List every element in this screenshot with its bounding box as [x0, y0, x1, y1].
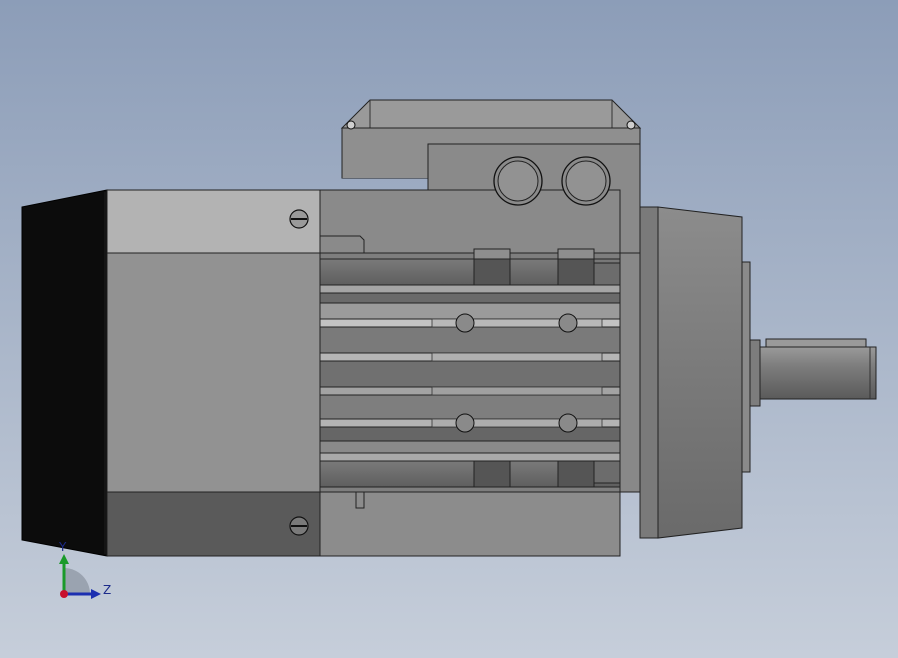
y-axis-label: Y — [58, 540, 67, 554]
end-shield — [619, 206, 761, 539]
cooling-fins — [319, 258, 621, 488]
motor-model[interactable]: Y Z — [0, 0, 898, 658]
fan-cover — [21, 189, 108, 557]
output-shaft — [759, 338, 877, 400]
frame-screw-bottom — [289, 516, 309, 536]
frame-screw-top — [289, 209, 309, 229]
3d-viewport[interactable]: Y Z — [0, 0, 898, 658]
z-axis-label: Z — [103, 583, 111, 597]
